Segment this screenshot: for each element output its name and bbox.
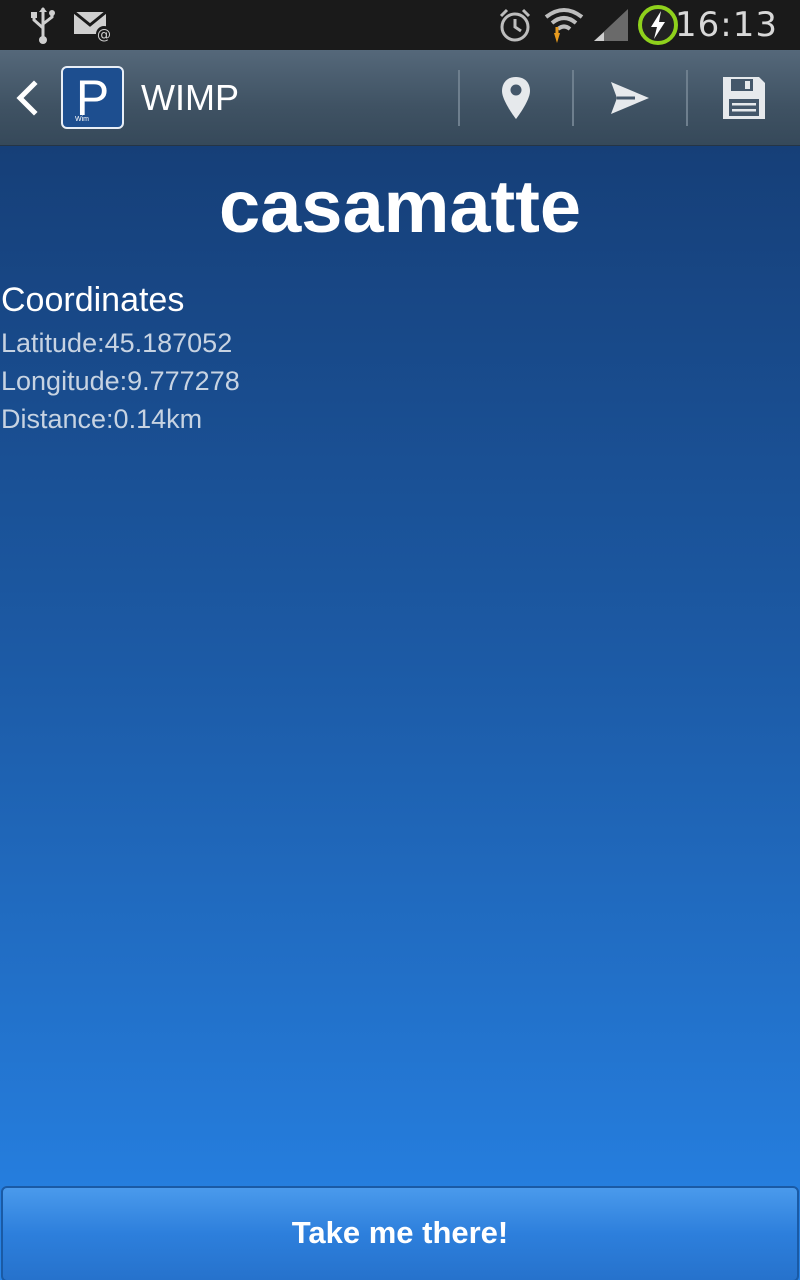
logo-small-text: Wim	[75, 116, 89, 123]
send-icon[interactable]	[574, 50, 686, 146]
email-icon: @	[72, 0, 114, 50]
distance-text: Distance:0.14km	[1, 404, 203, 434]
longitude-text: Longitude:9.777278	[1, 366, 240, 396]
save-icon[interactable]	[688, 50, 800, 146]
place-name: casamatte	[218, 165, 581, 248]
usb-icon	[28, 0, 58, 50]
status-time: 16:13	[675, 5, 778, 45]
app-logo[interactable]: P Wim	[61, 66, 124, 129]
wifi-icon	[544, 0, 584, 50]
battery-charging-icon	[636, 0, 680, 50]
latitude-text: Latitude:45.187052	[1, 328, 233, 358]
location-pin-icon[interactable]	[460, 50, 572, 146]
take-me-there-button[interactable]: Take me there!	[1, 1186, 799, 1280]
back-icon[interactable]	[14, 80, 42, 116]
app-title: WIMP	[141, 77, 239, 118]
svg-text:@: @	[97, 27, 111, 42]
alarm-icon	[497, 0, 533, 50]
signal-icon	[592, 0, 630, 50]
coordinates-heading: Coordinates	[1, 281, 185, 319]
status-bar: @ 16:13	[0, 0, 800, 50]
logo-letter: P	[75, 70, 110, 126]
main-content: casamatte Coordinates Latitude:45.187052…	[0, 146, 800, 1280]
action-bar: P Wim WIMP	[0, 50, 800, 146]
